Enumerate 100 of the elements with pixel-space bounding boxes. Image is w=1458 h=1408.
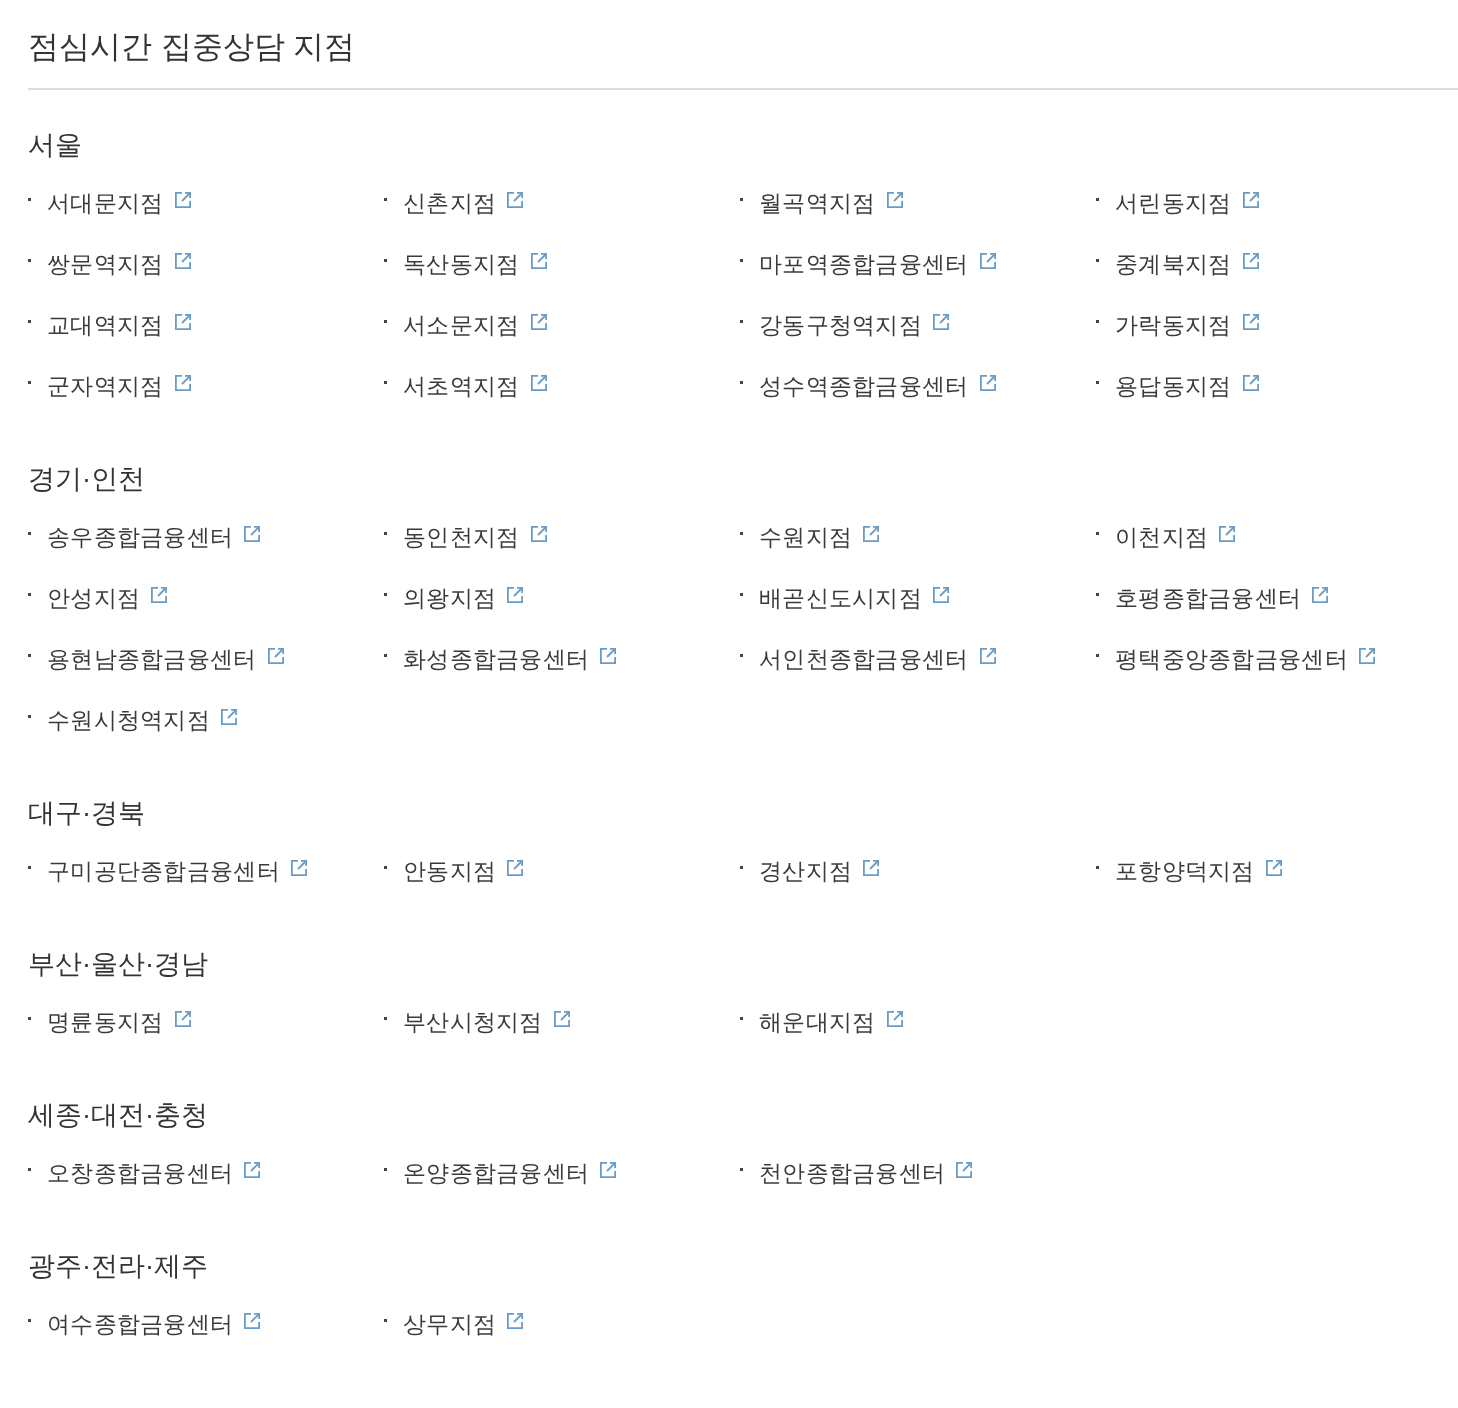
- branch-link[interactable]: 송우종합금융센터: [47, 521, 262, 552]
- bullet-icon: [740, 198, 743, 201]
- external-link-icon: [955, 1161, 974, 1179]
- branch-link[interactable]: 상무지점: [403, 1308, 525, 1339]
- external-link-icon: [506, 191, 525, 209]
- branch-link[interactable]: 의왕지점: [403, 582, 525, 613]
- bullet-icon: [28, 320, 31, 323]
- external-link-icon: [220, 708, 239, 726]
- branch-link[interactable]: 안동지점: [403, 855, 525, 886]
- branch-link[interactable]: 구미공단종합금융센터: [47, 855, 308, 886]
- region-heading: 대구·경북: [28, 797, 145, 830]
- bullet-icon: [740, 381, 743, 384]
- branch-link[interactable]: 마포역종합금융센터: [759, 248, 997, 279]
- branch-link[interactable]: 쌍문역지점: [47, 248, 192, 279]
- bullet-icon: [1096, 381, 1099, 384]
- branch-link[interactable]: 해운대지점: [759, 1006, 904, 1037]
- bullet-icon: [28, 1017, 31, 1020]
- external-link-icon: [978, 252, 997, 270]
- branch-link[interactable]: 군자역지점: [47, 370, 192, 401]
- branch-link[interactable]: 부산시청지점: [403, 1006, 571, 1037]
- bullet-icon: [740, 532, 743, 535]
- external-link-icon: [978, 647, 997, 665]
- bullet-icon: [384, 1319, 387, 1322]
- branch-link[interactable]: 동인천지점: [403, 521, 548, 552]
- branch-link[interactable]: 신촌지점: [403, 187, 525, 218]
- external-link-icon: [599, 1161, 618, 1179]
- bullet-icon: [28, 532, 31, 535]
- external-link-icon: [1241, 191, 1260, 209]
- branch-link[interactable]: 용답동지점: [1115, 370, 1260, 401]
- branch-link[interactable]: 성수역종합금융센터: [759, 370, 997, 401]
- branch-link[interactable]: 여수종합금융센터: [47, 1308, 262, 1339]
- external-link-icon: [1241, 313, 1260, 331]
- branch-link[interactable]: 이천지점: [1115, 521, 1237, 552]
- branch-link[interactable]: 수원지점: [759, 521, 881, 552]
- external-link-icon: [173, 1010, 192, 1028]
- branch-link[interactable]: 서린동지점: [1115, 187, 1260, 218]
- external-link-icon: [1311, 586, 1330, 604]
- branch-link[interactable]: 포항양덕지점: [1115, 855, 1283, 886]
- region-heading: 광주·전라·제주: [28, 1250, 208, 1283]
- external-link-icon: [932, 313, 951, 331]
- bullet-icon: [1096, 866, 1099, 869]
- bullet-icon: [28, 715, 31, 718]
- bullet-icon: [740, 1017, 743, 1020]
- region-heading: 경기·인천: [28, 463, 145, 496]
- external-link-icon: [150, 586, 169, 604]
- branch-link[interactable]: 평택중앙종합금융센터: [1115, 643, 1376, 674]
- branch-link[interactable]: 교대역지점: [47, 309, 192, 340]
- bullet-icon: [740, 654, 743, 657]
- region-heading: 세종·대전·충청: [28, 1099, 208, 1132]
- external-link-icon: [173, 191, 192, 209]
- bullet-icon: [740, 259, 743, 262]
- external-link-icon: [1264, 859, 1283, 877]
- external-link-icon: [885, 1010, 904, 1028]
- external-link-icon: [243, 1312, 262, 1330]
- bullet-icon: [28, 866, 31, 869]
- bullet-icon: [384, 1017, 387, 1020]
- branch-link[interactable]: 강동구청역지점: [759, 309, 951, 340]
- external-link-icon: [529, 313, 548, 331]
- branch-link[interactable]: 월곡역지점: [759, 187, 904, 218]
- bullet-icon: [1096, 654, 1099, 657]
- bullet-icon: [1096, 593, 1099, 596]
- bullet-icon: [384, 198, 387, 201]
- branch-link[interactable]: 서초역지점: [403, 370, 548, 401]
- branch-link[interactable]: 경산지점: [759, 855, 881, 886]
- bullet-icon: [740, 593, 743, 596]
- branch-link[interactable]: 수원시청역지점: [47, 704, 239, 735]
- external-link-icon: [862, 859, 881, 877]
- external-link-icon: [266, 647, 285, 665]
- external-link-icon: [1241, 252, 1260, 270]
- bullet-icon: [384, 532, 387, 535]
- branch-link[interactable]: 중계북지점: [1115, 248, 1260, 279]
- external-link-icon: [1241, 374, 1260, 392]
- external-link-icon: [599, 647, 618, 665]
- external-link-icon: [173, 374, 192, 392]
- branch-link[interactable]: 가락동지점: [1115, 309, 1260, 340]
- bullet-icon: [28, 1168, 31, 1171]
- region-heading: 서울: [28, 129, 82, 162]
- branch-link[interactable]: 독산동지점: [403, 248, 548, 279]
- bullet-icon: [1096, 532, 1099, 535]
- bullet-icon: [384, 259, 387, 262]
- bullet-icon: [28, 259, 31, 262]
- branch-link[interactable]: 명륜동지점: [47, 1006, 192, 1037]
- external-link-icon: [506, 1312, 525, 1330]
- branch-link[interactable]: 서소문지점: [403, 309, 548, 340]
- external-link-icon: [529, 374, 548, 392]
- bullet-icon: [28, 654, 31, 657]
- branch-link[interactable]: 안성지점: [47, 582, 169, 613]
- branch-link[interactable]: 오창종합금융센터: [47, 1157, 262, 1188]
- external-link-icon: [552, 1010, 571, 1028]
- external-link-icon: [290, 859, 308, 877]
- branch-link[interactable]: 온양종합금융센터: [403, 1157, 618, 1188]
- branch-link[interactable]: 배곧신도시지점: [759, 582, 951, 613]
- branch-link[interactable]: 천안종합금융센터: [759, 1157, 974, 1188]
- branch-link[interactable]: 서대문지점: [47, 187, 192, 218]
- branch-link[interactable]: 화성종합금융센터: [403, 643, 618, 674]
- external-link-icon: [1218, 525, 1237, 543]
- bullet-icon: [1096, 259, 1099, 262]
- branch-link[interactable]: 호평종합금융센터: [1115, 582, 1330, 613]
- branch-link[interactable]: 서인천종합금융센터: [759, 643, 997, 674]
- branch-link[interactable]: 용현남종합금융센터: [47, 643, 285, 674]
